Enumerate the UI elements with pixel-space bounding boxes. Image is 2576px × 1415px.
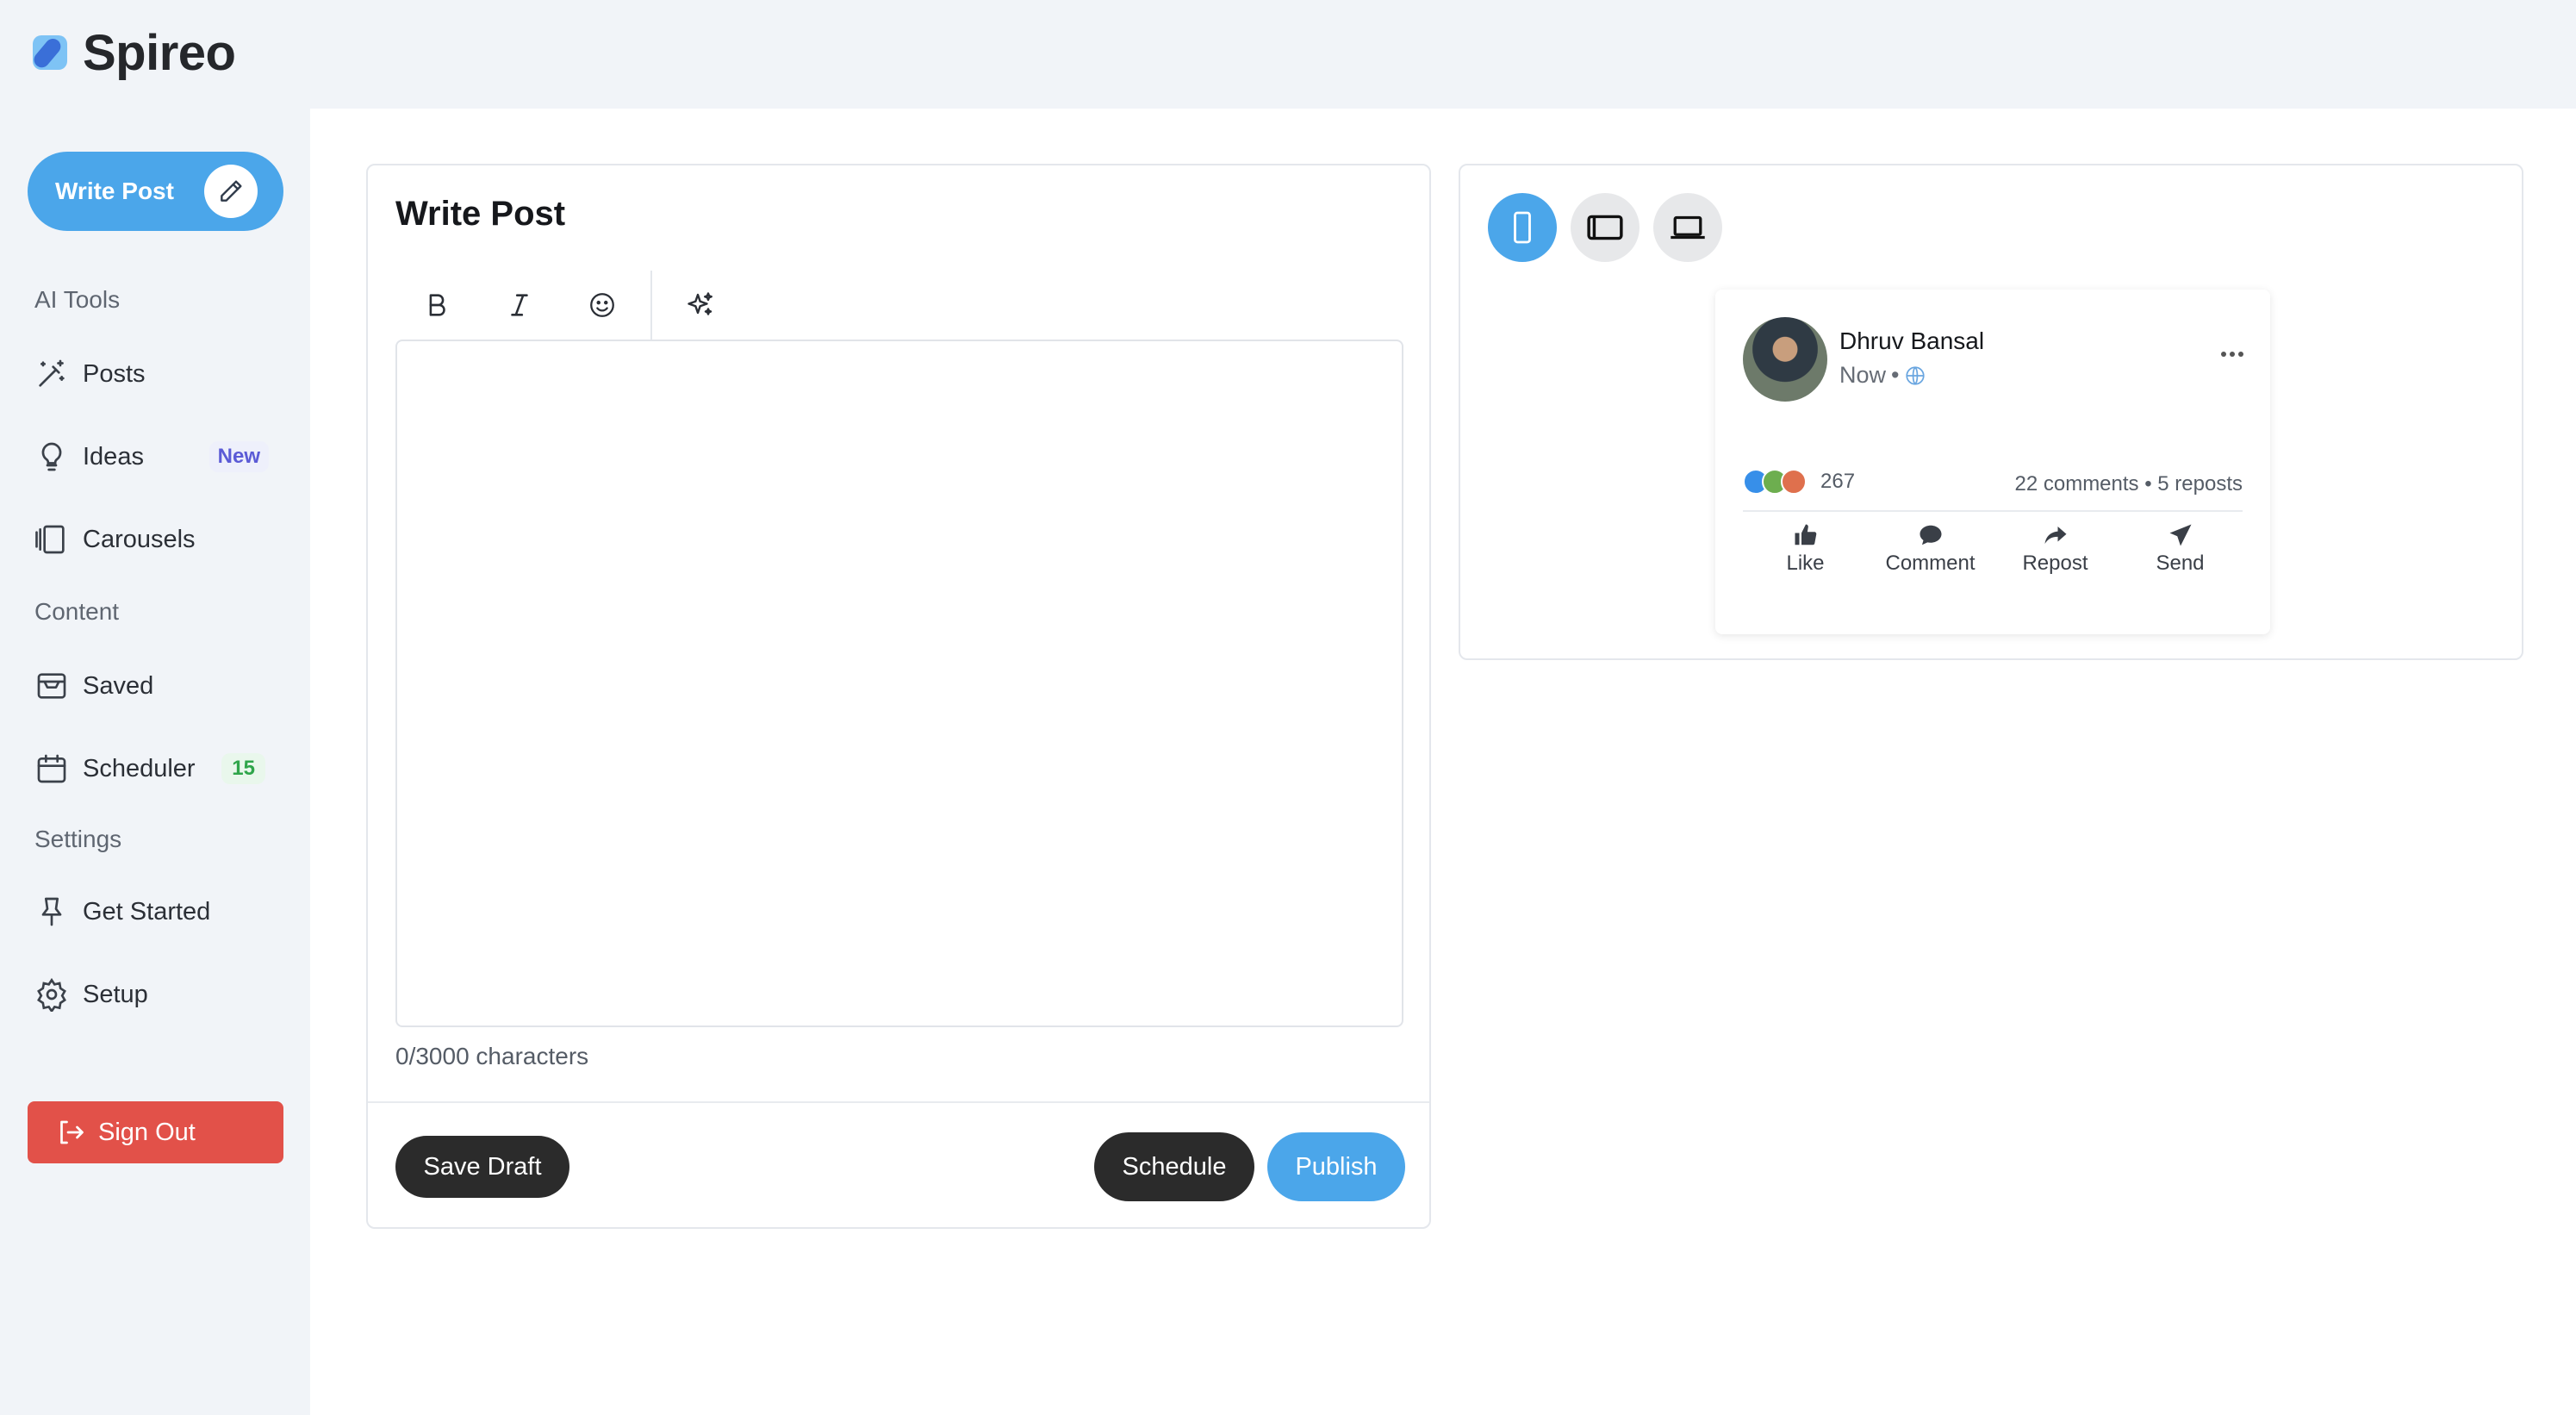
- sidebar-item-label: Carousels: [83, 525, 196, 553]
- scheduler-count-badge: 15: [221, 753, 265, 784]
- magic-wand-icon: [39, 359, 65, 387]
- sign-out-icon: [60, 1120, 84, 1144]
- sidebar-item-posts[interactable]: Posts: [34, 348, 276, 400]
- spireo-logo-icon: [33, 35, 67, 70]
- gear-icon: [37, 977, 66, 1012]
- inbox-icon: [37, 673, 66, 699]
- post-stats[interactable]: 22 comments • 5 reposts: [2014, 472, 2243, 496]
- pencil-icon: [204, 165, 258, 218]
- send-icon: [2169, 524, 2191, 546]
- emoji-button[interactable]: [561, 271, 644, 340]
- emoji-icon: [590, 293, 614, 317]
- publish-button[interactable]: Publish: [1267, 1132, 1405, 1201]
- toolbar-divider: [650, 271, 652, 340]
- write-post-button[interactable]: Write Post: [28, 152, 283, 231]
- italic-button[interactable]: [478, 271, 561, 340]
- globe-icon: [1906, 365, 1926, 385]
- editor-title: Write Post: [395, 195, 566, 233]
- sidebar-item-ideas[interactable]: Ideas New: [34, 431, 276, 483]
- sign-out-label: Sign Out: [98, 1118, 196, 1146]
- action-label: Comment: [1885, 552, 1976, 575]
- avatar: [1743, 317, 1827, 402]
- section-label-settings: Settings: [34, 826, 122, 852]
- action-label: Send: [2156, 552, 2205, 575]
- section-label-content: Content: [34, 598, 120, 625]
- post-content-input[interactable]: [395, 340, 1403, 1027]
- like-button[interactable]: Like: [1750, 522, 1862, 576]
- sidebar-item-label: Ideas: [83, 442, 144, 471]
- sidebar: Write Post AI Tools Posts Ideas New Caro…: [0, 109, 310, 1415]
- tablet-icon: [1587, 215, 1623, 240]
- sparkle-icon: [688, 292, 712, 315]
- sidebar-item-carousels[interactable]: Carousels: [34, 514, 276, 565]
- tablet-preview-button[interactable]: [1571, 193, 1640, 262]
- app-name: Spireo: [83, 24, 236, 81]
- italic-icon: [511, 294, 528, 316]
- save-draft-button[interactable]: Save Draft: [395, 1136, 569, 1198]
- sidebar-item-label: Saved: [83, 671, 154, 700]
- carousel-icon: [35, 525, 65, 554]
- post-time: Now: [1839, 362, 1887, 388]
- action-label: Repost: [2022, 552, 2088, 575]
- comment-icon: [1920, 525, 1941, 545]
- editor-footer-divider: [368, 1101, 1429, 1103]
- mobile-icon: [1514, 211, 1531, 244]
- post-divider: [1743, 510, 2243, 512]
- post-actions: Like Comment Repost Send: [1743, 522, 2243, 576]
- ai-assist-button[interactable]: [659, 271, 742, 340]
- app-logo[interactable]: Spireo: [29, 22, 236, 83]
- calendar-icon: [37, 754, 66, 783]
- new-badge: New: [208, 441, 269, 472]
- thumbs-up-icon: [1795, 524, 1816, 545]
- sign-out-button[interactable]: Sign Out: [28, 1101, 283, 1163]
- bold-icon: [429, 294, 445, 316]
- repost-icon: [2044, 527, 2066, 544]
- bold-button[interactable]: [395, 271, 478, 340]
- sidebar-item-label: Scheduler: [83, 754, 196, 782]
- character-count: 0/3000 characters: [395, 1043, 589, 1069]
- author-name: Dhruv Bansal: [1839, 327, 1985, 354]
- send-button[interactable]: Send: [2125, 522, 2237, 576]
- device-toggle: [1488, 193, 1722, 262]
- pin-icon: [41, 897, 62, 926]
- formatting-toolbar: [395, 271, 742, 340]
- section-label-ai-tools: AI Tools: [34, 286, 121, 313]
- more-options-icon[interactable]: [2220, 350, 2244, 358]
- sidebar-item-label: Setup: [83, 980, 148, 1008]
- reaction-summary[interactable]: 267: [1743, 469, 1855, 495]
- meta-separator: •: [1891, 362, 1900, 388]
- repost-button[interactable]: Repost: [2000, 522, 2112, 576]
- sidebar-item-saved[interactable]: Saved: [34, 660, 276, 712]
- editor-card: Write Post 0/3000 characters Save Draft …: [366, 164, 1431, 1229]
- post-meta: Now •: [1839, 362, 1926, 389]
- preview-card: Dhruv Bansal Now • 267 22 comments • 5 r…: [1459, 164, 2523, 660]
- post-preview: Dhruv Bansal Now • 267 22 comments • 5 r…: [1715, 290, 2270, 634]
- sidebar-item-scheduler[interactable]: Scheduler 15: [34, 743, 276, 795]
- laptop-icon: [1671, 215, 1705, 240]
- comment-button[interactable]: Comment: [1875, 522, 1987, 576]
- reaction-count: 267: [1820, 470, 1856, 493]
- mobile-preview-button[interactable]: [1488, 193, 1557, 262]
- love-reaction-icon: [1781, 469, 1807, 495]
- main-content: Write Post 0/3000 characters Save Draft …: [310, 109, 2576, 1415]
- sidebar-item-label: Get Started: [83, 897, 211, 926]
- lightbulb-icon: [41, 442, 62, 471]
- laptop-preview-button[interactable]: [1653, 193, 1722, 262]
- sidebar-item-get-started[interactable]: Get Started: [34, 886, 276, 938]
- sidebar-item-label: Posts: [83, 359, 146, 388]
- write-post-label: Write Post: [55, 178, 174, 204]
- sidebar-item-setup[interactable]: Setup: [34, 969, 276, 1020]
- schedule-button[interactable]: Schedule: [1094, 1132, 1254, 1201]
- action-label: Like: [1786, 552, 1825, 575]
